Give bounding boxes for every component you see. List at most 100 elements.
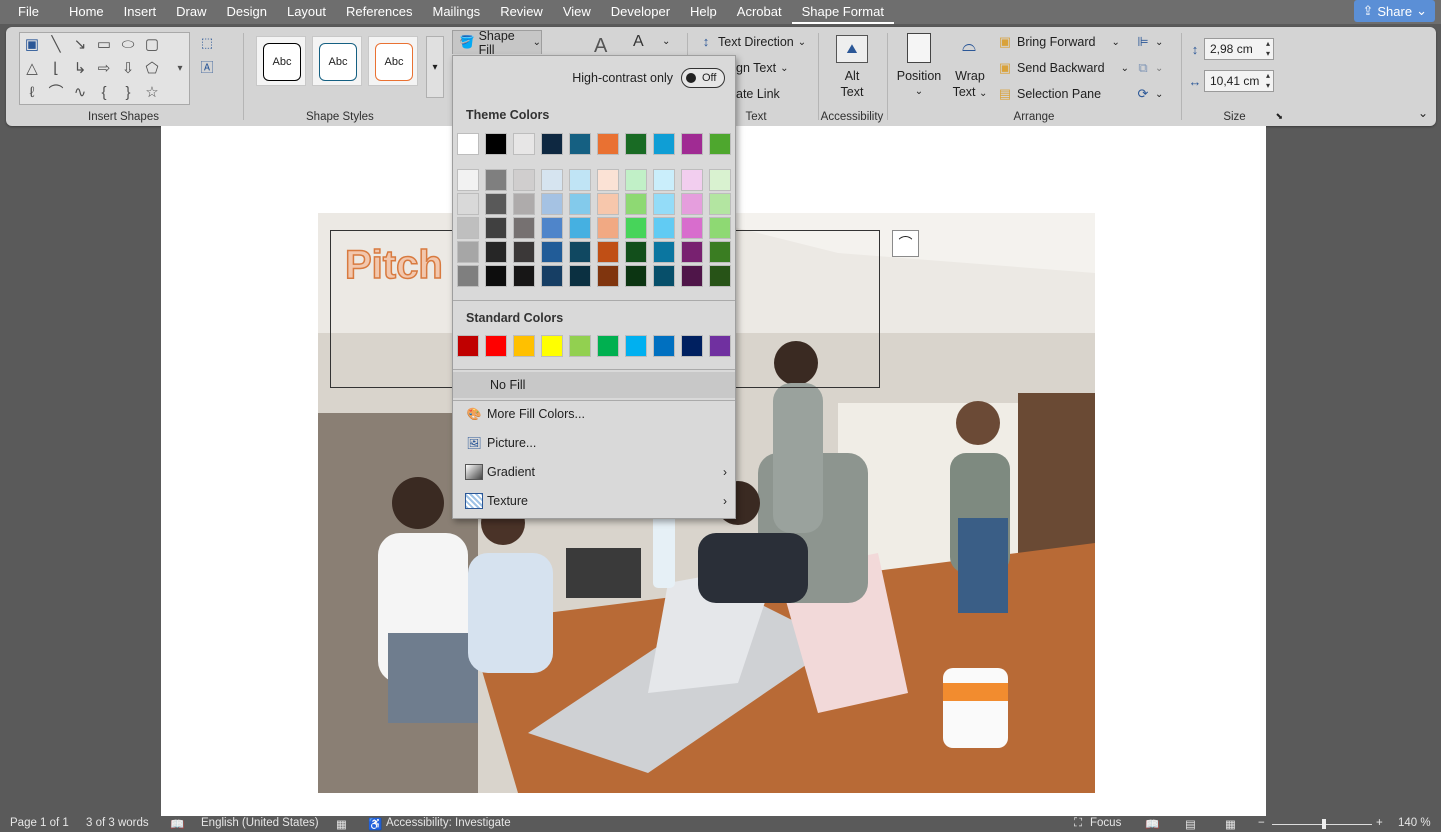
style-sample-2[interactable]: Abc bbox=[312, 36, 362, 86]
theme-shade-swatch[interactable] bbox=[653, 241, 675, 263]
elbow-connector-icon[interactable]: ⌊ bbox=[46, 59, 66, 79]
accessibility-status[interactable]: Accessibility: Investigate bbox=[386, 817, 511, 829]
bring-forward-button[interactable]: ▣ Bring Forward ⌄ bbox=[997, 34, 1120, 50]
tab-review[interactable]: Review bbox=[490, 0, 553, 24]
theme-color-swatch[interactable] bbox=[597, 133, 619, 155]
theme-shade-swatch[interactable] bbox=[485, 217, 507, 239]
standard-color-swatch[interactable] bbox=[597, 335, 619, 357]
height-field[interactable]: 2,98 cm ▴ ▾ bbox=[1204, 38, 1274, 60]
standard-color-swatch[interactable] bbox=[541, 335, 563, 357]
theme-shade-swatch[interactable] bbox=[625, 169, 647, 191]
group-objects-button[interactable]: ⧉ ⌄ bbox=[1135, 60, 1163, 76]
snip-rectangle-icon[interactable]: ⬠ bbox=[142, 59, 162, 79]
theme-shade-swatch[interactable] bbox=[625, 217, 647, 239]
focus-button[interactable]: Focus bbox=[1090, 817, 1121, 829]
theme-color-swatch[interactable] bbox=[569, 133, 591, 155]
high-contrast-toggle[interactable]: Off bbox=[681, 68, 725, 88]
theme-shade-swatch[interactable] bbox=[513, 169, 535, 191]
theme-color-swatch[interactable] bbox=[541, 133, 563, 155]
no-fill-item[interactable]: No Fill bbox=[453, 372, 735, 398]
theme-shade-swatch[interactable] bbox=[597, 193, 619, 215]
tab-home[interactable]: Home bbox=[59, 0, 114, 24]
layout-options-icon[interactable]: ⌒ bbox=[892, 230, 919, 257]
standard-color-swatch[interactable] bbox=[457, 335, 479, 357]
style-sample-1[interactable]: Abc bbox=[256, 36, 306, 86]
tab-references[interactable]: References bbox=[336, 0, 422, 24]
freeform-icon[interactable]: ℓ bbox=[22, 83, 42, 103]
down-arrow-icon[interactable]: ⇩ bbox=[118, 59, 138, 79]
theme-shade-swatch[interactable] bbox=[653, 169, 675, 191]
standard-color-swatch[interactable] bbox=[625, 335, 647, 357]
align-text-button[interactable]: gn Text ⌄ bbox=[736, 61, 788, 75]
standard-color-swatch[interactable] bbox=[681, 335, 703, 357]
arc-icon[interactable]: ⌒ bbox=[46, 83, 66, 103]
theme-shade-swatch[interactable] bbox=[485, 169, 507, 191]
tab-file[interactable]: File bbox=[0, 0, 59, 24]
rounded-rectangle-icon[interactable]: ▢ bbox=[142, 35, 162, 55]
triangle-icon[interactable]: △ bbox=[22, 59, 42, 79]
theme-shade-swatch[interactable] bbox=[541, 241, 563, 263]
styles-more-icon[interactable]: ▾ bbox=[426, 36, 444, 98]
theme-color-swatch[interactable] bbox=[457, 133, 479, 155]
draw-text-box-icon[interactable]: 🄰 bbox=[199, 60, 215, 76]
word-count[interactable]: 3 of 3 words bbox=[86, 817, 149, 829]
theme-shade-swatch[interactable] bbox=[541, 193, 563, 215]
alt-text-icon[interactable]: ⛰ bbox=[836, 35, 868, 63]
theme-shade-swatch[interactable] bbox=[653, 193, 675, 215]
send-backward-button[interactable]: ▣ Send Backward ⌄ bbox=[997, 60, 1129, 76]
position-icon[interactable] bbox=[907, 33, 931, 63]
text-fill-icon[interactable]: A bbox=[633, 33, 644, 51]
line-icon[interactable]: ╲ bbox=[46, 35, 66, 55]
zoom-level[interactable]: 140 % bbox=[1398, 817, 1431, 829]
share-button[interactable]: ⇪ Share ⌄ bbox=[1354, 0, 1435, 22]
zoom-slider-thumb[interactable] bbox=[1322, 819, 1326, 829]
picture-item[interactable]: 🖼 Picture... bbox=[453, 430, 735, 456]
align-button[interactable]: ⊫ ⌄ bbox=[1135, 34, 1163, 50]
zoom-out-icon[interactable]: − bbox=[1258, 817, 1265, 829]
theme-color-swatch[interactable] bbox=[653, 133, 675, 155]
collapse-ribbon-icon[interactable]: ⌄ bbox=[1418, 106, 1428, 120]
theme-shade-swatch[interactable] bbox=[709, 169, 731, 191]
theme-shade-swatch[interactable] bbox=[513, 241, 535, 263]
standard-color-swatch[interactable] bbox=[513, 335, 535, 357]
tab-layout[interactable]: Layout bbox=[277, 0, 336, 24]
right-arrow-icon[interactable]: ⇨ bbox=[94, 59, 114, 79]
standard-color-swatch[interactable] bbox=[485, 335, 507, 357]
theme-shade-swatch[interactable] bbox=[709, 193, 731, 215]
theme-shade-swatch[interactable] bbox=[597, 217, 619, 239]
theme-shade-swatch[interactable] bbox=[653, 217, 675, 239]
theme-shade-swatch[interactable] bbox=[625, 193, 647, 215]
theme-shade-swatch[interactable] bbox=[513, 265, 535, 287]
theme-shade-swatch[interactable] bbox=[709, 241, 731, 263]
theme-shade-swatch[interactable] bbox=[681, 169, 703, 191]
theme-shade-swatch[interactable] bbox=[681, 193, 703, 215]
theme-shade-swatch[interactable] bbox=[569, 193, 591, 215]
print-layout-icon[interactable]: ▤ bbox=[1185, 817, 1196, 831]
theme-shade-swatch[interactable] bbox=[569, 217, 591, 239]
theme-color-swatch[interactable] bbox=[709, 133, 731, 155]
proofing-icon[interactable]: 📖 bbox=[170, 817, 184, 831]
left-brace-icon[interactable]: { bbox=[94, 83, 114, 103]
textbox-text[interactable]: Pitch bbox=[344, 242, 443, 288]
theme-shade-swatch[interactable] bbox=[513, 193, 535, 215]
shape-fill-button[interactable]: 🪣 Shape Fill ⌄ bbox=[452, 29, 542, 57]
tab-shape-format[interactable]: Shape Format bbox=[791, 0, 894, 24]
selection-pane-button[interactable]: ▤ Selection Pane bbox=[997, 86, 1101, 102]
standard-color-swatch[interactable] bbox=[569, 335, 591, 357]
gallery-more-icon[interactable]: ▾ bbox=[170, 59, 190, 79]
theme-shade-swatch[interactable] bbox=[681, 265, 703, 287]
alt-text-button[interactable]: Alt Text bbox=[819, 68, 885, 100]
theme-shade-swatch[interactable] bbox=[485, 193, 507, 215]
theme-shade-swatch[interactable] bbox=[709, 265, 731, 287]
theme-shade-swatch[interactable] bbox=[485, 265, 507, 287]
spinner-icon[interactable]: ▴ ▾ bbox=[1266, 39, 1270, 59]
theme-shade-swatch[interactable] bbox=[457, 193, 479, 215]
gradient-item[interactable]: Gradient › bbox=[453, 459, 735, 485]
wrap-text-button[interactable]: Wrap Text ⌄ bbox=[949, 68, 991, 102]
theme-color-swatch[interactable] bbox=[625, 133, 647, 155]
tab-acrobat[interactable]: Acrobat bbox=[727, 0, 792, 24]
tab-mailings[interactable]: Mailings bbox=[423, 0, 491, 24]
rotate-button[interactable]: ⟳ ⌄ bbox=[1135, 86, 1164, 102]
position-button[interactable]: Position ⌄ bbox=[889, 68, 949, 100]
theme-shade-swatch[interactable] bbox=[681, 241, 703, 263]
